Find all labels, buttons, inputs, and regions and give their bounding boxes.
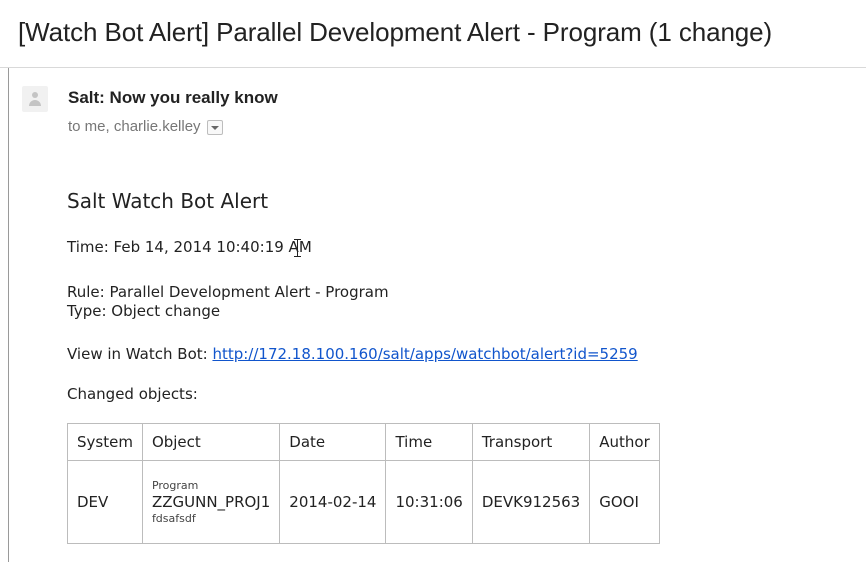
table-row: DEV Program ZZGUNN_PROJ1 fdsafsdf 2014-0… [67,460,660,544]
column-header-object: Object [141,423,281,461]
object-description: fdsafsdf [151,512,196,525]
column-header-time: Time [385,423,473,461]
table-header-row: System Object Date Time Transport Author [67,423,660,461]
object-type: Program [151,479,199,492]
cell-system: DEV [67,460,143,544]
divider [8,68,9,562]
watchbot-alert-link[interactable]: http://172.18.100.160/salt/apps/watchbot… [212,345,637,363]
column-header-system: System [67,423,143,461]
object-name: ZZGUNN_PROJ1 [151,493,271,511]
changed-objects-label: Changed objects: [67,385,198,403]
email-subject: [Watch Bot Alert] Parallel Development A… [18,17,773,47]
view-label: View in Watch Bot: [67,345,213,363]
cell-transport: DEVK912563 [471,460,591,544]
view-in-watchbot: View in Watch Bot: http://172.18.100.160… [67,345,638,363]
text-cursor-icon [294,238,302,258]
cell-date: 2014-02-14 [279,460,387,544]
subject-bar: [Watch Bot Alert] Parallel Development A… [0,0,866,68]
column-header-author: Author [589,423,660,461]
default-avatar-icon [22,86,48,112]
cell-time: 10:31:06 [385,460,473,544]
changed-objects-table: System Object Date Time Transport Author… [67,423,660,544]
alert-type: Type: Object change [67,302,221,320]
column-header-date: Date [279,423,387,461]
recipients-text: to me, charlie.kelley [68,118,201,135]
column-header-transport: Transport [471,423,591,461]
chevron-down-icon[interactable] [206,120,223,135]
cell-author: GOOI [589,460,660,544]
alert-heading: Salt Watch Bot Alert [67,189,269,213]
recipients-line: to me, charlie.kelley [68,118,223,135]
alert-rule: Rule: Parallel Development Alert - Progr… [67,283,389,301]
email-view: [Watch Bot Alert] Parallel Development A… [0,0,866,562]
alert-time: Time: Feb 14, 2014 10:40:19 AM [67,238,312,256]
sender-name[interactable]: Salt: Now you really know [68,88,278,108]
cell-object: Program ZZGUNN_PROJ1 fdsafsdf [141,460,281,544]
